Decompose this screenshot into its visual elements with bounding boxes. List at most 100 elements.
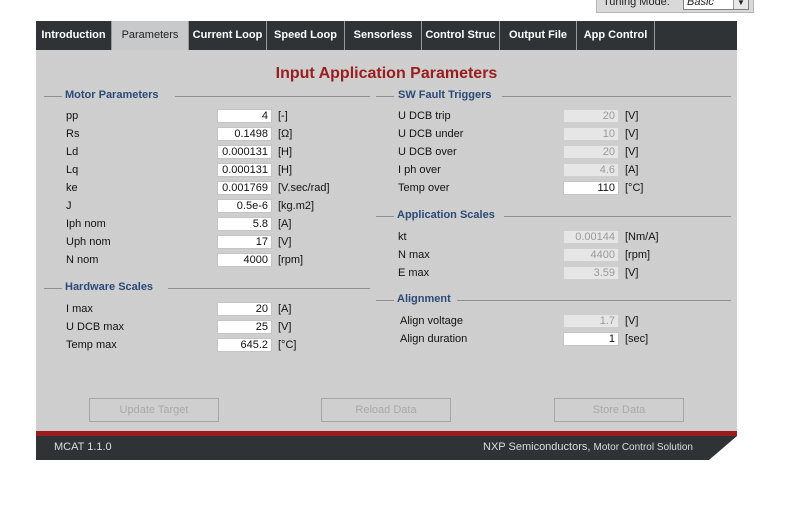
param-input-iph-nom[interactable]: 5.8 <box>217 217 272 231</box>
tuning-mode-label: Tuning Mode: <box>603 0 670 8</box>
group-label: Hardware Scales <box>65 281 154 293</box>
param-unit: [kg.m2] <box>278 200 315 212</box>
param-unit: [A] <box>625 164 639 176</box>
page-title: Input Application Parameters <box>275 65 498 82</box>
param-label: U DCB under <box>398 128 464 140</box>
param-unit: [V] <box>278 236 292 248</box>
tab-output-file[interactable]: Output File <box>500 21 577 50</box>
parameters-panel: Input Application Parameters Motor Param… <box>36 50 737 432</box>
divider <box>376 96 394 97</box>
reload-data-button[interactable]: Reload Data <box>321 398 451 422</box>
param-input-udcb-max[interactable]: 25 <box>217 320 272 334</box>
param-unit: [A] <box>278 303 292 315</box>
param-unit: [rpm] <box>625 249 651 261</box>
param-input-uph-nom[interactable]: 17 <box>217 235 272 249</box>
group-sw-fault-triggers: SW Fault Triggers <box>376 89 731 102</box>
tab-sensorless[interactable]: Sensorless <box>345 21 422 50</box>
tab-bar: Introduction Parameters Current Loop Spe… <box>36 21 737 50</box>
tuning-mode-select[interactable]: Basic ▼ <box>683 0 749 10</box>
param-label: I ph over <box>398 164 441 176</box>
param-input-kt[interactable]: 0.00144 <box>563 230 619 244</box>
param-input-align-duration[interactable]: 1 <box>563 332 619 346</box>
group-alignment: Alignment <box>376 293 731 306</box>
param-label: Temp max <box>66 339 117 351</box>
param-unit: [Nm/A] <box>625 231 659 243</box>
param-input-lq[interactable]: 0.000131 <box>217 163 272 177</box>
param-label: kt <box>398 231 407 243</box>
tab-introduction[interactable]: Introduction <box>36 21 112 50</box>
param-unit: [V] <box>625 128 639 140</box>
param-unit: [A] <box>278 218 292 230</box>
param-unit: [H] <box>278 164 293 176</box>
param-unit: [V.sec/rad] <box>278 182 330 194</box>
update-target-button[interactable]: Update Target <box>89 398 219 422</box>
param-label: Align voltage <box>400 315 463 327</box>
param-label: Lq <box>66 164 79 176</box>
param-input-iph-over[interactable]: 4.6 <box>563 163 619 177</box>
divider <box>502 96 731 97</box>
param-input-n-max[interactable]: 4400 <box>563 248 619 262</box>
param-label: Ld <box>66 146 79 158</box>
param-input-j[interactable]: 0.5e-6 <box>217 199 272 213</box>
param-input-udcb-over[interactable]: 20 <box>563 145 619 159</box>
param-input-udcb-under[interactable]: 10 <box>563 127 619 141</box>
param-label: E max <box>398 267 430 279</box>
param-label: Uph nom <box>66 236 111 248</box>
param-unit: [Ω] <box>278 128 293 140</box>
param-unit: [H] <box>278 146 293 158</box>
param-label: Rs <box>66 128 80 140</box>
param-label: Iph nom <box>66 218 106 230</box>
param-label: U DCB trip <box>398 110 451 122</box>
divider <box>44 288 62 289</box>
tab-current-loop[interactable]: Current Loop <box>189 21 267 50</box>
param-input-i-max[interactable]: 20 <box>217 302 272 316</box>
company-info: NXP Semiconductors, Motor Control Soluti… <box>483 441 693 453</box>
tuning-mode-value: Basic <box>687 0 714 8</box>
group-label: Alignment <box>397 293 451 305</box>
param-label: I max <box>66 303 93 315</box>
divider <box>376 300 394 301</box>
company-name: NXP Semiconductors, <box>483 441 591 453</box>
param-input-temp-max[interactable]: 645.2 <box>217 338 272 352</box>
param-unit: [V] <box>625 146 639 158</box>
param-input-align-voltage[interactable]: 1.7 <box>563 314 619 328</box>
param-label: U DCB max <box>66 321 125 333</box>
divider <box>44 96 62 97</box>
tab-speed-loop[interactable]: Speed Loop <box>267 21 345 50</box>
param-unit: [V] <box>625 267 639 279</box>
group-label: SW Fault Triggers <box>398 89 492 101</box>
param-label: Temp over <box>398 182 450 194</box>
divider <box>504 216 731 217</box>
param-input-pp[interactable]: 4 <box>217 109 272 123</box>
param-label: Align duration <box>400 333 468 345</box>
footer-bar: MCAT 1.1.0 NXP Semiconductors, Motor Con… <box>36 436 737 460</box>
param-input-udcb-trip[interactable]: 20 <box>563 109 619 123</box>
tab-parameters[interactable]: Parameters <box>112 21 189 50</box>
param-input-rs[interactable]: 0.1498 <box>217 127 272 141</box>
divider <box>457 300 731 301</box>
param-label: J <box>66 200 72 212</box>
param-unit: [°C] <box>625 182 644 194</box>
group-motor-parameters: Motor Parameters <box>44 89 370 102</box>
divider <box>168 288 370 289</box>
param-label: U DCB over <box>398 146 457 158</box>
tab-app-control[interactable]: App Control <box>577 21 655 50</box>
param-input-temp-over[interactable]: 110 <box>563 181 619 195</box>
store-data-button[interactable]: Store Data <box>554 398 684 422</box>
tuning-mode-bar: Tuning Mode: Basic ▼ <box>596 0 754 13</box>
param-label: N nom <box>66 254 99 266</box>
tab-control-struc[interactable]: Control Struc <box>422 21 500 50</box>
param-input-n-nom[interactable]: 4000 <box>217 253 272 267</box>
param-unit: [rpm] <box>278 254 304 266</box>
param-label: pp <box>66 110 79 122</box>
app-version: MCAT 1.1.0 <box>54 441 112 453</box>
param-unit: [sec] <box>625 333 649 345</box>
chevron-down-icon[interactable]: ▼ <box>733 0 748 9</box>
param-unit: [V] <box>625 110 639 122</box>
param-input-ke[interactable]: 0.001769 <box>217 181 272 195</box>
solution-name: Motor Control Solution <box>593 442 694 453</box>
param-unit: [V] <box>278 321 292 333</box>
param-label: N max <box>398 249 430 261</box>
param-input-e-max[interactable]: 3.59 <box>563 266 619 280</box>
param-input-ld[interactable]: 0.000131 <box>217 145 272 159</box>
